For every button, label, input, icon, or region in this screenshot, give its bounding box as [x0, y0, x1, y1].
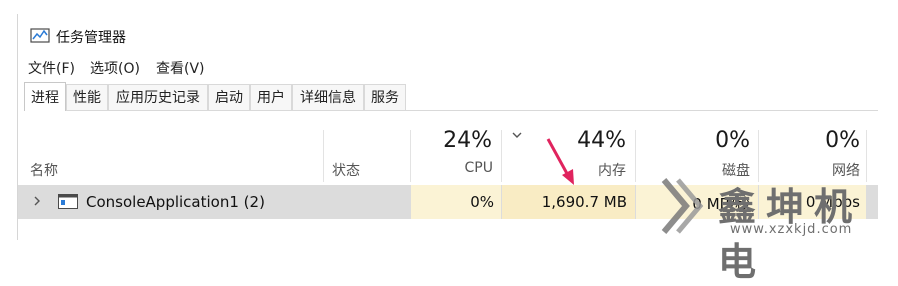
column-header-cpu[interactable]: CPU — [420, 160, 493, 176]
menu-bar: 文件(F) 选项(O) 查看(V) — [18, 56, 878, 80]
window-title: 任务管理器 — [56, 30, 126, 46]
tab-users[interactable]: 用户 — [250, 84, 292, 110]
menu-file[interactable]: 文件(F) — [28, 58, 75, 78]
expand-chevron-icon[interactable] — [33, 196, 41, 206]
tab-divider — [24, 110, 878, 111]
column-divider — [323, 130, 324, 182]
column-divider — [501, 130, 502, 182]
tab-services[interactable]: 服务 — [364, 84, 406, 110]
process-name: ConsoleApplication1 (2) — [86, 193, 265, 211]
sort-chevron-icon — [512, 132, 522, 138]
tab-startup[interactable]: 启动 — [208, 84, 250, 110]
process-cpu: 0% — [470, 193, 494, 211]
tab-processes[interactable]: 进程 — [24, 82, 66, 111]
column-header-name[interactable]: 名称 — [30, 160, 58, 180]
title-bar: 任务管理器 — [18, 20, 878, 52]
tab-performance[interactable]: 性能 — [66, 84, 108, 110]
disk-total-percent: 0% — [715, 128, 750, 153]
tab-details[interactable]: 详细信息 — [292, 84, 364, 110]
process-memory: 1,690.7 MB — [541, 193, 627, 211]
column-header-status[interactable]: 状态 — [332, 160, 360, 180]
tab-app-history[interactable]: 应用历史记录 — [108, 84, 208, 110]
column-divider — [635, 130, 636, 182]
annotation-arrow-icon — [546, 138, 574, 185]
network-total-percent: 0% — [825, 128, 860, 153]
cpu-total-percent: 24% — [443, 128, 492, 153]
tab-strip: 进程 性能 应用历史记录 启动 用户 详细信息 服务 — [24, 82, 884, 112]
console-app-icon — [58, 194, 78, 209]
task-manager-icon — [30, 28, 50, 43]
column-divider — [410, 130, 411, 182]
menu-view[interactable]: 查看(V) — [156, 58, 205, 78]
watermark-url: www.xzxkjd.com — [730, 222, 853, 237]
menu-options[interactable]: 选项(O) — [90, 58, 140, 78]
